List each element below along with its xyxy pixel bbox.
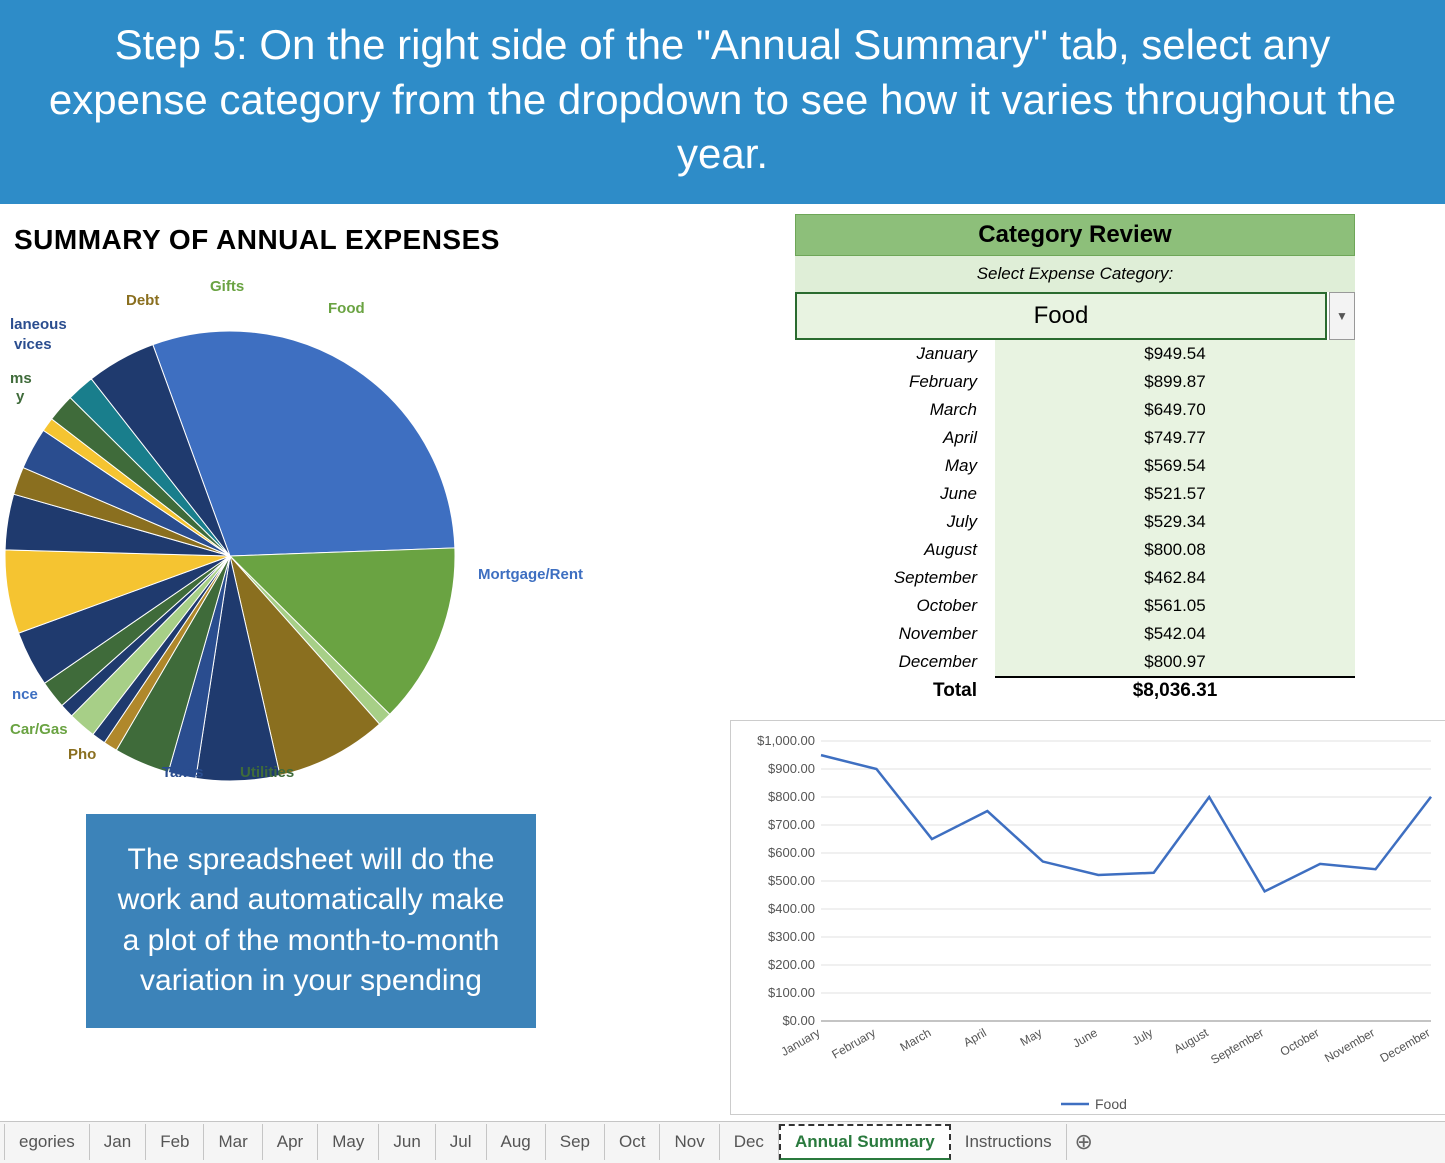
- callout-box: The spreadsheet will do the work and aut…: [86, 814, 536, 1028]
- sheet-tab[interactable]: Oct: [605, 1124, 660, 1160]
- category-dropdown[interactable]: Food: [795, 292, 1327, 340]
- month-label: July: [795, 508, 977, 536]
- month-value: $462.84: [995, 564, 1355, 592]
- x-tick-label: August: [1171, 1025, 1211, 1056]
- pie-label-debt: Debt: [126, 292, 159, 309]
- month-label: June: [795, 480, 977, 508]
- pie-label-taxes: Taxes: [162, 764, 203, 781]
- add-sheet-button[interactable]: ⊕: [1067, 1129, 1101, 1155]
- pie-chart: Debt Gifts Food Mortgage/Rent Utilities …: [0, 266, 530, 826]
- x-tick-label: June: [1070, 1025, 1100, 1050]
- x-tick-label: February: [829, 1025, 878, 1061]
- pie-label-cargas: Car/Gas: [10, 721, 68, 738]
- y-tick-label: $600.00: [768, 845, 815, 860]
- x-tick-label: January: [779, 1025, 823, 1058]
- pie-label-utilities: Utilities: [240, 764, 294, 781]
- month-value: $949.54: [995, 340, 1355, 368]
- sheet-tab[interactable]: Sep: [546, 1124, 605, 1160]
- month-label: September: [795, 564, 977, 592]
- x-tick-label: September: [1208, 1025, 1266, 1066]
- right-panel: Category Review Select Expense Category:…: [720, 214, 1440, 1115]
- sheet-tab[interactable]: Jan: [90, 1124, 146, 1160]
- left-panel: SUMMARY OF ANNUAL EXPENSES Debt Gifts Fo…: [0, 214, 720, 1115]
- instruction-banner: Step 5: On the right side of the "Annual…: [0, 0, 1445, 204]
- sheet-tab[interactable]: Nov: [660, 1124, 719, 1160]
- y-tick-label: $0.00: [782, 1013, 815, 1028]
- y-tick-label: $100.00: [768, 985, 815, 1000]
- pie-label-phone: Pho: [68, 746, 96, 763]
- chart-legend: Food: [1061, 1096, 1127, 1112]
- pie-label-food: Food: [328, 300, 365, 317]
- pie-label-ms: ms: [10, 370, 32, 387]
- month-value: $800.08: [995, 536, 1355, 564]
- month-value: $542.04: [995, 620, 1355, 648]
- month-value: $569.54: [995, 452, 1355, 480]
- category-review-header: Category Review: [795, 214, 1355, 256]
- dropdown-arrow-button[interactable]: ▼: [1329, 292, 1355, 340]
- line-series: [821, 755, 1431, 891]
- y-tick-label: $900.00: [768, 761, 815, 776]
- month-label: April: [795, 424, 977, 452]
- y-tick-label: $700.00: [768, 817, 815, 832]
- month-label: August: [795, 536, 977, 564]
- svg-text:Food: Food: [1095, 1096, 1127, 1112]
- category-total-row: Total $8,036.31: [795, 680, 1355, 702]
- sheet-tab[interactable]: Aug: [487, 1124, 546, 1160]
- sheet-tab[interactable]: May: [318, 1124, 379, 1160]
- pie-label-gifts: Gifts: [210, 278, 244, 295]
- pie-label-nce: nce: [12, 686, 38, 703]
- sheet-tab[interactable]: Apr: [263, 1124, 318, 1160]
- x-tick-label: December: [1378, 1025, 1433, 1065]
- category-table: JanuaryFebruaryMarchAprilMayJuneJulyAugu…: [795, 340, 1355, 678]
- sheet-tab[interactable]: Jul: [436, 1124, 487, 1160]
- pie-label-mortgage: Mortgage/Rent: [478, 566, 583, 583]
- month-label: February: [795, 368, 977, 396]
- x-tick-label: July: [1130, 1025, 1155, 1048]
- category-review-panel: Category Review Select Expense Category:…: [795, 214, 1355, 702]
- total-value: $8,036.31: [995, 680, 1355, 702]
- sheet-tab[interactable]: Instructions: [951, 1124, 1067, 1160]
- month-label: May: [795, 452, 977, 480]
- month-value: $529.34: [995, 508, 1355, 536]
- chevron-down-icon: ▼: [1336, 309, 1348, 323]
- sheet-tab-bar: egoriesJanFebMarAprMayJunJulAugSepOctNov…: [0, 1121, 1445, 1163]
- y-tick-label: $200.00: [768, 957, 815, 972]
- month-label: January: [795, 340, 977, 368]
- sheet-tab[interactable]: Annual Summary: [779, 1124, 951, 1160]
- y-tick-label: $500.00: [768, 873, 815, 888]
- month-value: $521.57: [995, 480, 1355, 508]
- line-chart: $0.00 $100.00 $200.00 $300.00 $400.00 $500.00…: [730, 720, 1445, 1115]
- sheet-tab[interactable]: Jun: [379, 1124, 435, 1160]
- month-label: November: [795, 620, 977, 648]
- x-tick-label: October: [1278, 1025, 1322, 1058]
- pie-label-y: y: [16, 388, 24, 405]
- month-value: $749.77: [995, 424, 1355, 452]
- sheet-tab[interactable]: Mar: [204, 1124, 262, 1160]
- total-label: Total: [795, 680, 995, 702]
- category-prompt: Select Expense Category:: [795, 256, 1355, 292]
- month-value: $800.97: [995, 648, 1355, 676]
- month-label: December: [795, 648, 977, 676]
- x-tick-label: March: [898, 1025, 934, 1054]
- pie-label-laneous: laneous: [10, 316, 67, 333]
- y-tick-label: $300.00: [768, 929, 815, 944]
- month-label: March: [795, 396, 977, 424]
- plus-icon: ⊕: [1074, 1129, 1092, 1154]
- x-tick-label: November: [1322, 1025, 1377, 1065]
- y-tick-label: $800.00: [768, 789, 815, 804]
- sheet-tab[interactable]: Dec: [720, 1124, 779, 1160]
- month-value: $561.05: [995, 592, 1355, 620]
- sheet-tab[interactable]: Feb: [146, 1124, 204, 1160]
- main-content: SUMMARY OF ANNUAL EXPENSES Debt Gifts Fo…: [0, 204, 1445, 1115]
- pie-label-vices: vices: [14, 336, 52, 353]
- x-tick-label: April: [961, 1025, 989, 1049]
- x-tick-label: May: [1018, 1025, 1045, 1048]
- y-tick-label: $400.00: [768, 901, 815, 916]
- pie-chart-title: SUMMARY OF ANNUAL EXPENSES: [14, 224, 720, 256]
- y-tick-label: $1,000.00: [757, 733, 815, 748]
- sheet-tab[interactable]: egories: [4, 1124, 90, 1160]
- month-value: $649.70: [995, 396, 1355, 424]
- month-label: October: [795, 592, 977, 620]
- month-value: $899.87: [995, 368, 1355, 396]
